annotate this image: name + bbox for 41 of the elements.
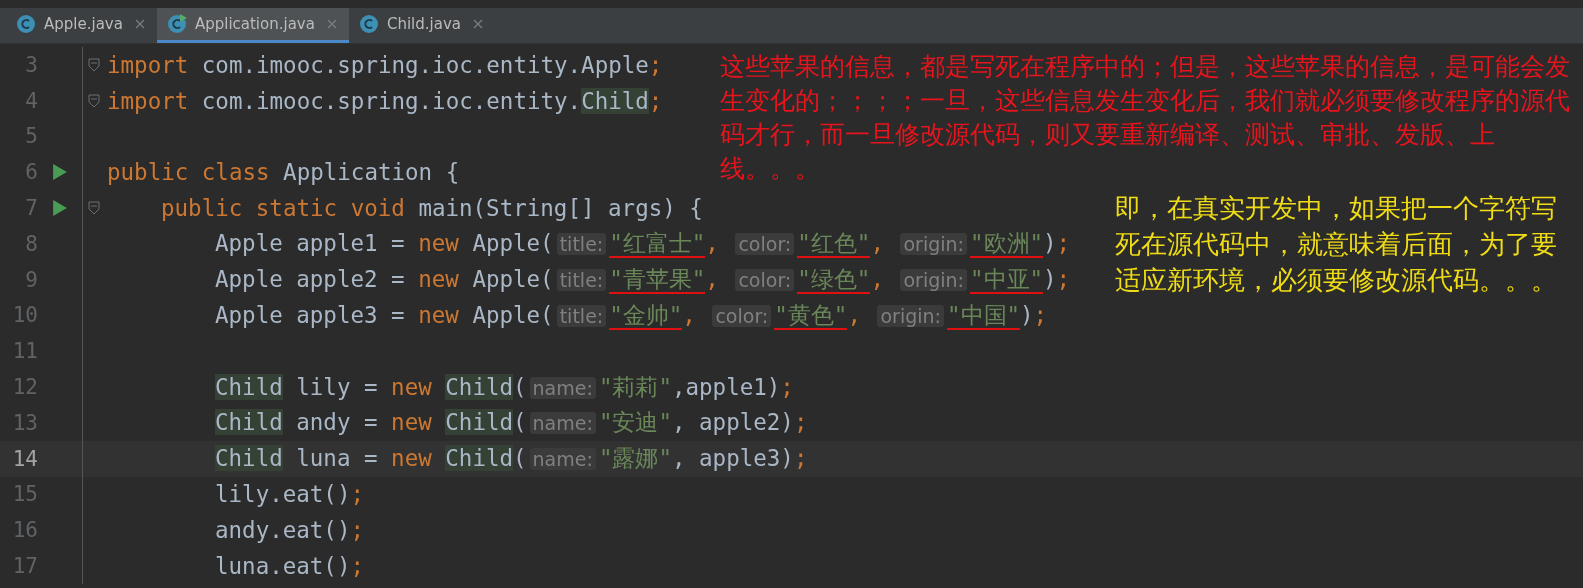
line-number: 5 <box>24 124 38 149</box>
code-line: import com.imooc.spring.ioc.entity.Apple; <box>106 51 663 78</box>
code-line: lily.eat(); <box>214 481 364 508</box>
run-icon[interactable] <box>53 164 67 181</box>
code-line: andy.eat(); <box>214 517 364 544</box>
code-line: Child lily = new Child( name: "莉莉",apple1); <box>214 372 794 402</box>
line-number: 4 <box>24 88 38 113</box>
line-number: 9 <box>24 267 38 292</box>
close-icon[interactable] <box>326 19 337 29</box>
annotation-text: 这些苹果的信息，都是写死在程序中的；但是，这些苹果的信息，是可能会发生变化的；；；；一旦，这些信息发生变化后，我们就必须要修改程序的源代码才行，而一旦修改源代码，则又要重新编译、测试、审批、发版、上线。。。 <box>720 51 1570 185</box>
fold-icon[interactable] <box>88 201 100 216</box>
line-number: 10 <box>11 303 38 328</box>
code-line: public static void main(String[] args) { <box>160 195 703 222</box>
annotation-text: 即，在真实开发中，如果把一个字符写死在源代码中，就意味着后面，为了要适应新环境，必须要修改源代码。。。 <box>1115 192 1558 297</box>
file-tab[interactable]: Application.java <box>156 8 349 43</box>
close-icon[interactable] <box>134 19 145 29</box>
line-number: 6 <box>24 160 38 185</box>
line-number: 7 <box>24 196 38 221</box>
fold-icon[interactable] <box>88 93 100 108</box>
file-tab[interactable]: Apple.java <box>6 8 157 43</box>
code-line: luna.eat(); <box>214 553 364 580</box>
code-line: Apple apple1 = new Apple( title: "红富士", color: "红色", origin: "欧洲"); <box>214 229 1071 260</box>
close-icon[interactable] <box>472 19 483 29</box>
line-number: 17 <box>11 554 38 579</box>
line-number: 3 <box>24 52 38 77</box>
line-number: 11 <box>11 339 38 364</box>
code-line: Child andy = new Child( name: "安迪", apple2); <box>214 408 808 438</box>
code-line: public class Application { <box>106 159 460 186</box>
line-number: 14 <box>11 446 38 471</box>
run-icon[interactable] <box>53 200 67 217</box>
code-line: Apple apple2 = new Apple( title: "青苹果", color: "绿色", origin: "中亚"); <box>214 265 1071 296</box>
code-line: Child luna = new Child( name: "露娜", apple3); <box>214 444 808 474</box>
line-number: 8 <box>24 231 38 256</box>
fold-icon[interactable] <box>88 57 100 72</box>
line-number: 12 <box>11 375 38 400</box>
file-tab[interactable]: Child.java <box>348 8 495 43</box>
line-number: 16 <box>11 518 38 543</box>
code-line: Apple apple3 = new Apple( title: "金帅", color: "黄色", origin: "中国"); <box>214 300 1048 331</box>
code-line: import com.imooc.spring.ioc.entity.Child; <box>106 87 663 114</box>
line-number: 15 <box>11 482 38 507</box>
line-number: 13 <box>11 410 38 435</box>
